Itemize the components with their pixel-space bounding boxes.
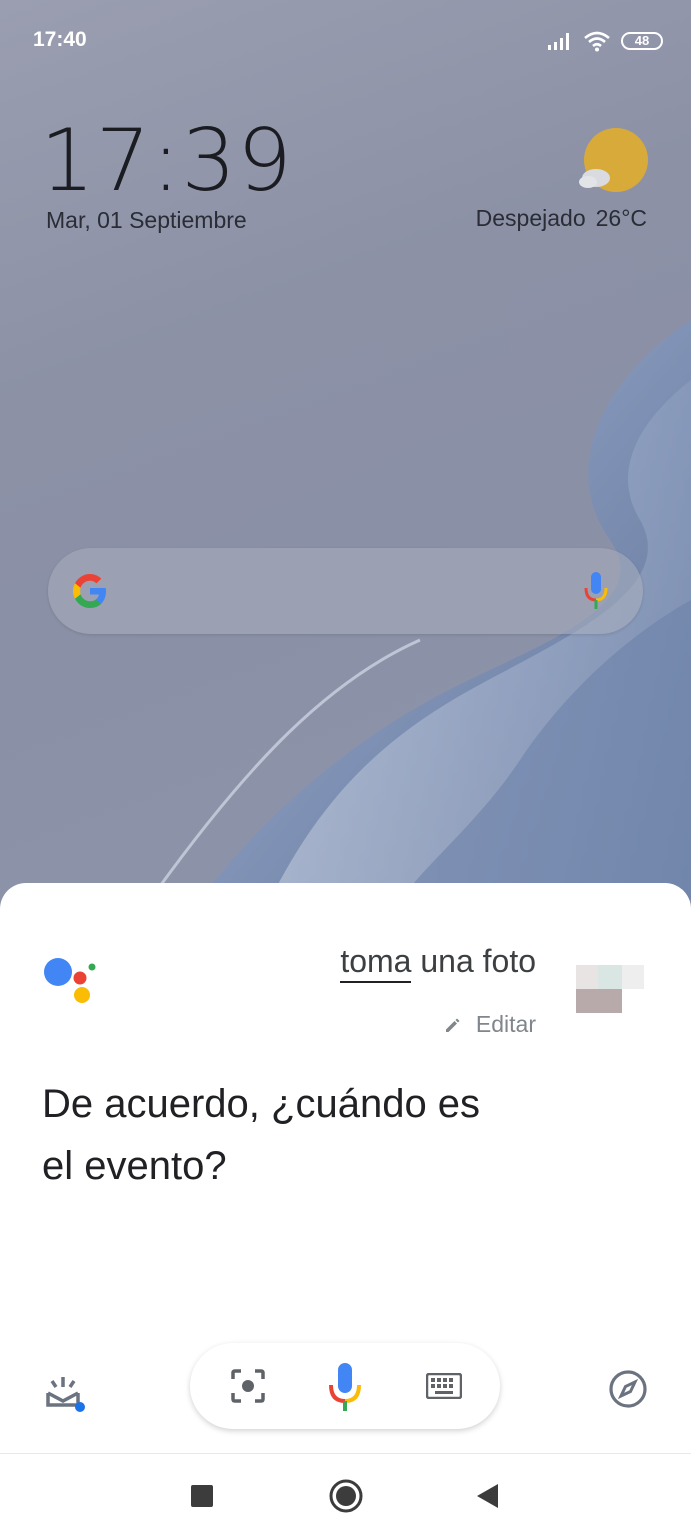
- input-controls-pill: [190, 1343, 500, 1429]
- updates-icon[interactable]: [44, 1371, 86, 1413]
- avatar[interactable]: [576, 965, 644, 1013]
- battery-level: 48: [634, 33, 650, 48]
- lockscreen-clock: 17:39: [40, 111, 293, 211]
- google-search-widget[interactable]: [48, 548, 643, 634]
- weather-temperature: 26°C: [595, 205, 647, 231]
- sun-cloud-icon: [579, 128, 648, 192]
- status-bar: 17:40 48: [0, 0, 691, 80]
- lockscreen-date: Mar, 01 Septiembre: [46, 207, 247, 233]
- edit-button[interactable]: Editar: [444, 1011, 536, 1038]
- google-assistant-icon: [44, 958, 96, 1003]
- back-triangle-icon[interactable]: [474, 1482, 500, 1510]
- recents-square-icon[interactable]: [190, 1484, 214, 1508]
- edit-label: Editar: [475, 1011, 536, 1037]
- google-g-icon: [73, 574, 106, 608]
- keyboard-icon[interactable]: [426, 1373, 462, 1399]
- status-time: 17:40: [33, 28, 87, 51]
- query-rest: una foto: [411, 943, 536, 979]
- assistant-sheet: toma una foto Editar De acuerdo, ¿cuándo…: [0, 883, 691, 1536]
- response-line-2: el evento?: [42, 1144, 227, 1188]
- navigation-bar: [0, 1453, 691, 1537]
- status-icons: 48: [547, 28, 663, 54]
- mic-icon[interactable]: [583, 570, 609, 612]
- battery-icon: 48: [621, 32, 663, 50]
- response-line-1: De acuerdo, ¿cuándo es: [42, 1082, 481, 1126]
- assistant-response: De acuerdo, ¿cuándo es el evento?: [42, 1073, 542, 1197]
- home-circle-icon[interactable]: [328, 1478, 364, 1514]
- assistant-bottom-bar: [0, 1343, 691, 1443]
- pencil-icon: [445, 1018, 460, 1032]
- signal-icon: [548, 33, 569, 50]
- mic-icon[interactable]: [327, 1361, 363, 1413]
- lens-icon[interactable]: [230, 1368, 266, 1404]
- wifi-icon: [584, 31, 610, 52]
- weather-condition: Despejado: [475, 205, 586, 231]
- query-underlined-word: toma: [340, 943, 412, 983]
- explore-compass-icon[interactable]: [608, 1369, 648, 1409]
- weather-info: Despejado 26°C: [466, 205, 647, 232]
- assistant-query: toma una foto: [340, 943, 536, 983]
